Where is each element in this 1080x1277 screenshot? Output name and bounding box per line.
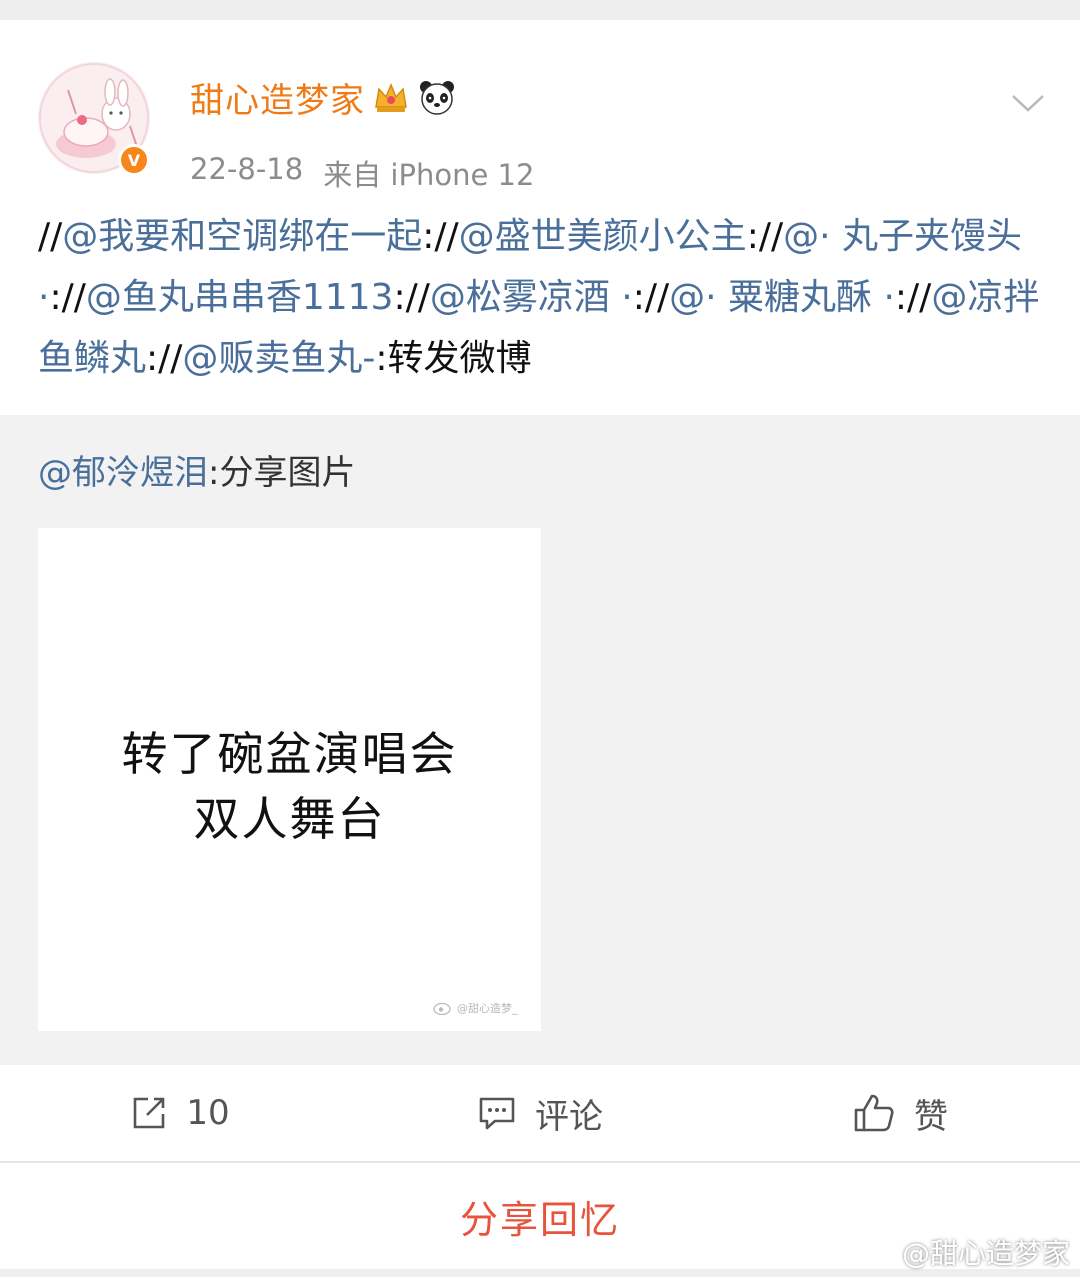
quoted-image[interactable]: 转了碗盆演唱会 双人舞台 @甜心造梦_ (38, 528, 541, 1031)
weibo-logo-icon (433, 1002, 451, 1015)
post-date: 22-8-18 (190, 152, 304, 186)
chevron-down-icon[interactable] (1010, 92, 1046, 114)
username[interactable]: 甜心造梦家 (190, 73, 365, 122)
repost-separator: :// (894, 277, 932, 318)
repost-mention[interactable]: @松雾凉酒 · (430, 277, 633, 318)
share-label: 分享回忆 (459, 1197, 620, 1242)
repost-text: //@我要和空调绑在一起://@盛世美颜小公主://@· 丸子夹馒头 ·://@… (38, 206, 1048, 389)
verified-icon: V (118, 144, 150, 176)
repost-icon (134, 1097, 165, 1129)
repost-separator: :// (632, 277, 670, 318)
repost-tail: :转发微博 (375, 338, 532, 379)
repost-mention[interactable]: @贩卖鱼丸- (182, 338, 375, 379)
weibo-post-page: V 甜心造梦家 22-8-18 来自 iPhone 12 //@我要和空调绑在一… (0, 0, 1080, 1277)
image-watermark-text: @甜心造梦_ (457, 1002, 518, 1015)
image-text-line-2: 双人舞台 (193, 792, 386, 846)
repost-separator: :// (746, 216, 784, 257)
quoted-text: :分享图片 (208, 453, 356, 493)
repost-count: 10 (186, 1093, 230, 1133)
repost-mention[interactable]: @· 粟糖丸酥 · (669, 277, 895, 318)
weibo-logo-icon (866, 1241, 897, 1264)
post-meta: 22-8-18 来自 iPhone 12 (190, 152, 534, 194)
repost-mention[interactable]: @我要和空调绑在一起 (62, 216, 422, 257)
repost-mention[interactable]: @鱼丸串串香1113 (86, 277, 394, 318)
repost-separator: :// (146, 338, 183, 379)
image-watermark: @甜心造梦_ (433, 1000, 518, 1016)
quoted-header: @郁泠煜泪:分享图片 (38, 445, 355, 494)
quoted-author[interactable]: @郁泠煜泪 (38, 453, 208, 493)
crown-icon[interactable] (371, 77, 411, 117)
repost-chain: //@我要和空调绑在一起://@盛世美颜小公主://@· 丸子夹馒头 ·://@… (38, 216, 1039, 379)
action-bar: 10 评论 赞 (0, 1065, 1080, 1161)
repost-separator: :// (393, 277, 430, 318)
username-row: 甜心造梦家 (190, 72, 457, 122)
repost-button[interactable]: 10 (0, 1065, 360, 1161)
thumbs-up-icon (854, 1094, 894, 1132)
image-text-line-1: 转了碗盆演唱会 (121, 727, 458, 781)
corner-watermark: @甜心造梦家 (866, 1232, 1070, 1272)
like-button[interactable]: 赞 (720, 1065, 1080, 1161)
repost-separator: // (38, 216, 63, 257)
like-label: 赞 (914, 1096, 948, 1137)
comment-label: 评论 (535, 1096, 603, 1137)
comment-icon (479, 1097, 515, 1130)
post-card: V 甜心造梦家 22-8-18 来自 iPhone 12 //@我要和空调绑在一… (0, 20, 1080, 415)
repost-separator: :// (422, 216, 459, 257)
repost-separator: :// (49, 277, 86, 318)
comment-button[interactable]: 评论 (360, 1065, 720, 1161)
post-source: 来自 iPhone 12 (323, 158, 535, 192)
top-strip (0, 0, 1080, 20)
quoted-post[interactable]: @郁泠煜泪:分享图片 转了碗盆演唱会 双人舞台 @甜心造梦_ (0, 415, 1080, 1065)
repost-mention[interactable]: @盛世美颜小公主 (459, 216, 747, 257)
panda-icon[interactable] (417, 77, 457, 117)
corner-watermark-text: @甜心造梦家 (901, 1237, 1070, 1270)
